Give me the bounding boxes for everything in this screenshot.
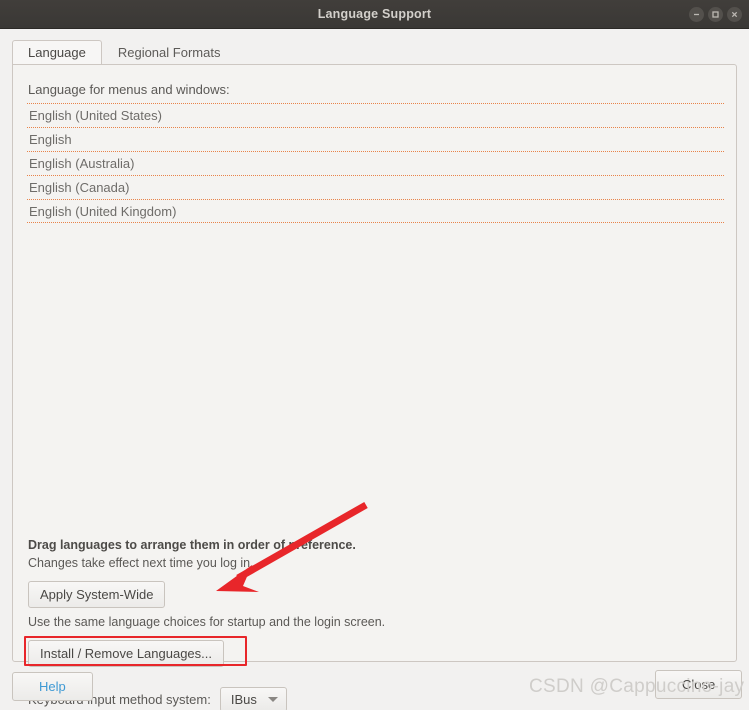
list-item[interactable]: English (United Kingdom) (27, 199, 724, 223)
tab-regional-formats[interactable]: Regional Formats (102, 40, 237, 65)
tab-bar: Language Regional Formats (12, 38, 737, 65)
drag-hint: Drag languages to arrange them in order … (28, 538, 356, 552)
same-choices-hint: Use the same language choices for startu… (28, 615, 386, 629)
language-list[interactable]: English (United States) English English … (27, 103, 724, 223)
language-panel: Language for menus and windows: English … (12, 64, 737, 710)
changes-hint: Changes take effect next time you log in… (28, 556, 254, 570)
window-controls (689, 0, 742, 29)
help-button[interactable]: Help (12, 672, 93, 701)
tab-language[interactable]: Language (12, 40, 102, 65)
list-item[interactable]: English (27, 127, 724, 151)
title-bar: Language Support (0, 0, 749, 29)
minimize-icon[interactable] (689, 7, 704, 22)
window-title: Language Support (317, 7, 432, 21)
language-support-window: Language Support Language Regional Forma… (0, 0, 749, 710)
install-remove-languages-button[interactable]: Install / Remove Languages... (28, 640, 224, 667)
keyboard-input-method-value: IBus (230, 692, 257, 707)
watermark: CSDN @Cappuccino-jay (529, 676, 745, 697)
list-item[interactable]: English (Australia) (27, 151, 724, 175)
list-item[interactable]: English (United States) (27, 103, 724, 127)
apply-system-wide-button[interactable]: Apply System-Wide (28, 581, 166, 608)
language-list-label: Language for menus and windows: (28, 82, 230, 97)
keyboard-input-method-select[interactable]: IBus (219, 687, 287, 710)
maximize-icon[interactable] (708, 7, 723, 22)
chevron-down-icon (267, 697, 278, 702)
close-icon[interactable] (727, 7, 742, 22)
list-item[interactable]: English (Canada) (27, 175, 724, 199)
